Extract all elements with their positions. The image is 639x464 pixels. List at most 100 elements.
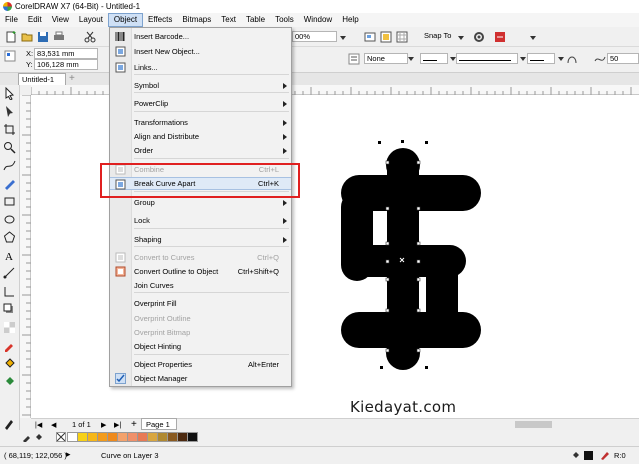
options-gear-icon[interactable] bbox=[473, 31, 485, 43]
launcher-dropdown-icon[interactable] bbox=[530, 36, 536, 40]
eyedropper-icon[interactable] bbox=[22, 432, 32, 442]
add-tab-icon[interactable]: + bbox=[69, 74, 79, 84]
color-swatch[interactable] bbox=[187, 432, 198, 442]
wrap-text-icon[interactable] bbox=[348, 53, 360, 65]
interactive-fill-tool-icon[interactable] bbox=[3, 357, 16, 370]
outline-pen-icon[interactable] bbox=[3, 417, 16, 430]
first-page-icon[interactable]: |◀ bbox=[35, 421, 42, 429]
text-tool-icon[interactable]: A bbox=[3, 249, 16, 262]
prev-page-icon[interactable]: ◀ bbox=[51, 421, 56, 429]
toolbox: A bbox=[0, 85, 20, 430]
menu-file[interactable]: File bbox=[0, 13, 23, 27]
dollar-bottom-cap[interactable] bbox=[386, 336, 420, 370]
menu-help[interactable]: Help bbox=[337, 13, 363, 27]
show-rulers-icon[interactable] bbox=[380, 31, 392, 43]
end-arrowhead-field[interactable] bbox=[527, 53, 555, 64]
convert-curves-icon bbox=[115, 252, 126, 263]
end-arrowhead-dropdown-icon[interactable] bbox=[558, 57, 564, 61]
open-folder-icon[interactable] bbox=[21, 31, 33, 43]
ellipse-tool-icon[interactable] bbox=[3, 213, 16, 226]
vertical-ruler[interactable] bbox=[20, 95, 31, 418]
no-color-icon bbox=[57, 433, 65, 441]
save-icon[interactable] bbox=[37, 31, 49, 43]
freehand-tool-icon[interactable] bbox=[3, 159, 16, 172]
tab-page-1[interactable]: Page 1 bbox=[141, 418, 177, 430]
zoom-level-field[interactable]: 00% bbox=[292, 31, 337, 42]
last-page-icon[interactable]: ▶| bbox=[114, 421, 121, 429]
ruler-ticks-left bbox=[22, 95, 31, 416]
menu-item-powerclip[interactable]: PowerClip bbox=[110, 97, 291, 110]
line-style-dropdown-icon[interactable] bbox=[520, 57, 526, 61]
coords-expand-icon[interactable]: ▸ bbox=[66, 449, 71, 460]
snap-to-menu[interactable]: Snap To bbox=[424, 31, 451, 40]
menu-item-object-manager[interactable]: Object Manager bbox=[110, 372, 291, 385]
smart-fill-tool-icon[interactable] bbox=[3, 375, 16, 388]
menu-item-transformations[interactable]: Transformations bbox=[110, 116, 291, 129]
zoom-tool-icon[interactable] bbox=[3, 141, 16, 154]
y-position-field[interactable]: 106,128 mm bbox=[34, 59, 98, 70]
add-page-icon[interactable]: + bbox=[131, 419, 137, 430]
menu-object[interactable]: Object bbox=[107, 13, 144, 27]
cut-icon[interactable] bbox=[84, 31, 96, 43]
outline-width-dropdown-icon[interactable] bbox=[408, 57, 414, 61]
horizontal-scrollbar-thumb[interactable] bbox=[515, 421, 552, 428]
property-bar: X: 83,531 mm Y: 106,128 mm None 50 bbox=[0, 47, 639, 73]
line-style-field[interactable] bbox=[456, 53, 518, 64]
transparency-tool-icon[interactable] bbox=[3, 321, 16, 334]
new-object-icon bbox=[115, 46, 126, 57]
menu-item-insert-new-object[interactable]: Insert New Object... bbox=[110, 45, 291, 58]
no-color-swatch[interactable] bbox=[56, 432, 66, 442]
x-position-field[interactable]: 83,531 mm bbox=[34, 48, 98, 59]
menu-item-label: Convert Outline to Object bbox=[134, 267, 219, 276]
print-icon[interactable] bbox=[53, 31, 65, 43]
menu-item-object-properties[interactable]: Object Properties Alt+Enter bbox=[110, 358, 291, 371]
menu-edit[interactable]: Edit bbox=[23, 13, 47, 27]
color-eyedropper-tool-icon[interactable] bbox=[3, 339, 16, 352]
menu-item-links[interactable]: Links... bbox=[110, 61, 291, 74]
rectangle-tool-icon[interactable] bbox=[3, 195, 16, 208]
parallel-dimension-tool-icon[interactable] bbox=[3, 267, 16, 280]
menu-separator bbox=[134, 246, 289, 247]
smoothing-field[interactable]: 50 bbox=[607, 53, 639, 64]
new-document-icon[interactable] bbox=[5, 31, 17, 43]
menu-item-symbol[interactable]: Symbol bbox=[110, 79, 291, 92]
application-launcher-icon[interactable] bbox=[494, 31, 506, 43]
tab-untitled-1[interactable]: Untitled-1 bbox=[18, 73, 66, 85]
menu-tools[interactable]: Tools bbox=[270, 13, 299, 27]
menu-window[interactable]: Window bbox=[299, 13, 337, 27]
fill-color-icon[interactable] bbox=[34, 432, 44, 442]
menu-item-overprint-fill[interactable]: Overprint Fill bbox=[110, 297, 291, 310]
menu-item-convert-outline-to-object[interactable]: Convert Outline to Object Ctrl+Shift+Q bbox=[110, 265, 291, 278]
menu-item-join-curves[interactable]: Join Curves bbox=[110, 279, 291, 292]
menu-item-insert-barcode[interactable]: Insert Barcode... bbox=[110, 30, 291, 43]
menu-effects[interactable]: Effects bbox=[143, 13, 177, 27]
zoom-dropdown-icon[interactable] bbox=[340, 36, 346, 40]
show-grid-icon[interactable] bbox=[396, 31, 408, 43]
check-icon bbox=[115, 373, 126, 384]
outline-width-field[interactable]: None bbox=[364, 53, 408, 64]
start-arrowhead-field[interactable] bbox=[420, 53, 448, 64]
menu-item-shaping[interactable]: Shaping bbox=[110, 233, 291, 246]
polygon-tool-icon[interactable] bbox=[3, 231, 16, 244]
shape-tool-icon[interactable] bbox=[3, 105, 16, 118]
connector-tool-icon[interactable] bbox=[3, 285, 16, 298]
crop-tool-icon[interactable] bbox=[3, 123, 16, 136]
snap-to-dropdown-icon[interactable] bbox=[458, 36, 464, 40]
menu-item-align-and-distribute[interactable]: Align and Distribute bbox=[110, 130, 291, 143]
drop-shadow-tool-icon[interactable] bbox=[3, 303, 16, 316]
menu-item-object-hinting[interactable]: Object Hinting bbox=[110, 340, 291, 353]
outline-to-object-icon bbox=[115, 266, 126, 277]
artistic-media-tool-icon[interactable] bbox=[3, 177, 16, 190]
menu-item-order[interactable]: Order bbox=[110, 144, 291, 157]
menu-text[interactable]: Text bbox=[216, 13, 241, 27]
menu-view[interactable]: View bbox=[47, 13, 74, 27]
close-curve-icon[interactable] bbox=[566, 53, 578, 65]
menu-table[interactable]: Table bbox=[241, 13, 270, 27]
full-screen-preview-icon[interactable] bbox=[364, 31, 376, 43]
menu-bitmaps[interactable]: Bitmaps bbox=[177, 13, 216, 27]
pick-tool-icon[interactable] bbox=[3, 87, 16, 100]
document-tab-row: Untitled-1 + bbox=[0, 73, 639, 85]
menu-layout[interactable]: Layout bbox=[74, 13, 108, 27]
menu-item-lock[interactable]: Lock bbox=[110, 214, 291, 227]
next-page-icon[interactable]: ▶ bbox=[101, 421, 106, 429]
